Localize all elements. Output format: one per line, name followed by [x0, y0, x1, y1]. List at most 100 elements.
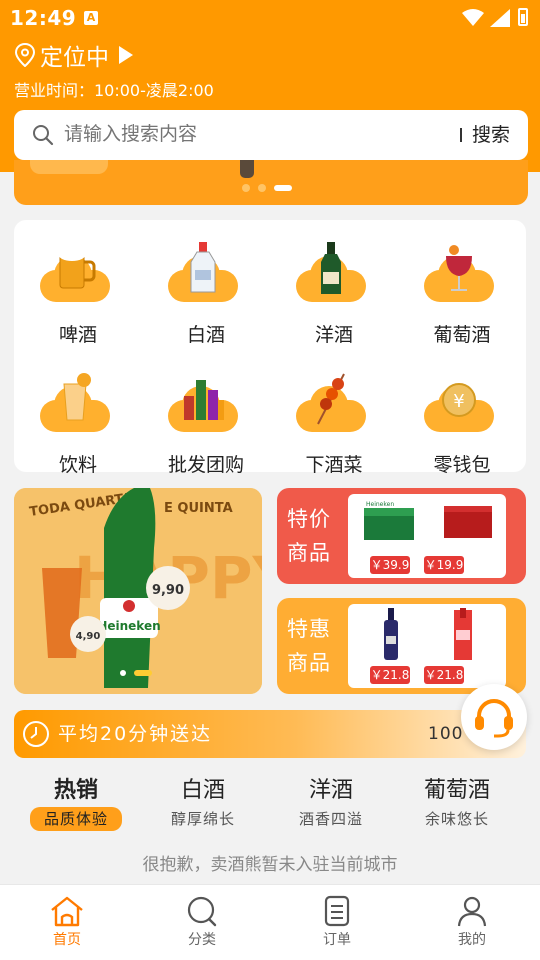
customer-service-button[interactable] [461, 684, 527, 750]
category-drinks[interactable]: 饮料 [14, 360, 142, 480]
status-time: 12:49 [10, 6, 77, 30]
skewer-icon [317, 373, 345, 425]
nav-label: 订单 [323, 932, 351, 948]
bottles-group-icon [184, 380, 224, 420]
banner-indicator [242, 184, 292, 192]
banner-dot-active [274, 185, 292, 191]
empty-message: 很抱歉，卖酒熊暂未入驻当前城市 [142, 855, 398, 875]
promo-indicator [120, 670, 152, 676]
delivery-bar: 平均20分钟送达 100 [14, 710, 526, 758]
category-label: 批发团购 [167, 454, 244, 476]
heineken-promo-image: TODA QUARTA E QUINTA HAPPY Heineken 9,90… [14, 488, 262, 694]
battery-icon [518, 8, 528, 26]
status-bar: 12:49 A [0, 0, 540, 36]
search-input[interactable] [64, 110, 444, 160]
special-price-title: 特价商品 [287, 507, 331, 565]
promo-carousel[interactable]: TODA QUARTA E QUINTA HAPPY Heineken 9,90… [14, 488, 262, 694]
tab-baijiu[interactable]: 白酒 醇厚绵长 [138, 776, 268, 831]
nav-category[interactable]: 分类 [162, 895, 242, 949]
product-price: ￥21.8 [424, 666, 464, 684]
liquor-bottle-image [384, 608, 398, 660]
tab-subtitle: 余味悠长 [424, 810, 489, 828]
special-price-products: Heineken ￥39.9 ￥19.9 [348, 494, 506, 578]
discount-card[interactable]: 特惠商品 ￥21.8 ￥21.8 [277, 598, 526, 694]
product-item[interactable]: ￥19.9 [424, 496, 500, 576]
category-snacks[interactable]: 下酒菜 [270, 360, 398, 480]
beer-mug-icon [58, 247, 96, 289]
headset-icon [475, 699, 513, 738]
delivery-text: 平均20分钟送达 [58, 723, 213, 745]
category-label: 白酒 [186, 324, 225, 346]
nav-label: 首页 [53, 932, 81, 948]
category-label: 饮料 [58, 454, 97, 476]
tab-title: 热销 [53, 778, 98, 803]
category-label: 葡萄酒 [433, 324, 491, 346]
product-price: ￥19.9 [424, 556, 464, 574]
tab-foreign-liquor[interactable]: 洋酒 酒香四溢 [266, 776, 396, 831]
user-icon [457, 896, 487, 927]
banner-product-image [240, 160, 254, 178]
top-banner-carousel[interactable] [14, 160, 528, 205]
nav-orders[interactable]: 订单 [297, 895, 377, 949]
product-price: ￥39.9 [370, 556, 410, 574]
wifi-icon [462, 9, 484, 26]
category-foreign-liquor[interactable]: 洋酒 [270, 230, 398, 350]
category-wallet[interactable]: ¥ 零钱包 [398, 360, 526, 480]
category-grid: 啤酒 白酒 洋酒 葡萄酒 饮料 批发团购 下酒菜 ¥ 零钱包 [14, 220, 526, 476]
coin-icon: ¥ [442, 383, 476, 417]
home-icon [51, 896, 83, 927]
banner-pill [30, 160, 108, 174]
discount-products: ￥21.8 ￥21.8 [348, 604, 506, 688]
tab-wine[interactable]: 葡萄酒 余味悠长 [392, 776, 522, 831]
category-wine[interactable]: 葡萄酒 [398, 230, 526, 350]
product-tabs: 热销 品质体验 白酒 醇厚绵长 洋酒 酒香四溢 葡萄酒 余味悠长 [0, 776, 540, 840]
category-wholesale[interactable]: 批发团购 [142, 360, 270, 480]
notification-badge: A [86, 11, 96, 24]
svg-text:¥: ¥ [453, 391, 464, 412]
tab-title: 白酒 [180, 778, 225, 803]
bottom-nav: 首页 分类 订单 我的 [0, 884, 540, 960]
header: 12:49 A 定位中 营业时间：10:00-凌晨2:00 搜索 [0, 0, 540, 172]
wine-glass-icon [446, 245, 472, 291]
tab-title: 葡萄酒 [423, 778, 490, 803]
special-price-card[interactable]: 特价商品 Heineken ￥39.9 ￥19.9 [277, 488, 526, 584]
search-icon [33, 125, 54, 146]
search-category-icon [187, 896, 217, 927]
beer-cans-image [444, 506, 492, 538]
baijiu-bottle-icon [190, 242, 216, 293]
discount-title: 特惠商品 [287, 617, 331, 675]
search-button[interactable]: 搜索 [472, 110, 510, 160]
business-hours: 营业时间：10:00-凌晨2:00 [14, 81, 214, 100]
promo-dot-active [134, 670, 152, 676]
product-price: ￥21.8 [370, 666, 410, 684]
promo-price-tag-small: 4,90 [76, 631, 101, 642]
beer-case-image: Heineken [364, 501, 414, 540]
promo-dot [120, 670, 126, 676]
tab-hot[interactable]: 热销 品质体验 [11, 776, 141, 831]
order-list-icon [324, 895, 350, 927]
category-beer[interactable]: 啤酒 [14, 230, 142, 350]
nav-profile[interactable]: 我的 [432, 895, 512, 949]
location-text: 定位中 [40, 45, 109, 71]
tab-subtitle: 醇厚绵长 [170, 810, 235, 828]
nav-home[interactable]: 首页 [27, 895, 107, 949]
category-baijiu[interactable]: 白酒 [142, 230, 270, 350]
whisky-bottle-icon [321, 242, 341, 294]
delivery-percent: 100 [428, 724, 464, 744]
category-label: 啤酒 [58, 324, 97, 346]
heineken-brand: Heineken [97, 619, 160, 633]
nav-label: 分类 [188, 932, 216, 948]
location-selector[interactable]: 定位中 [14, 40, 133, 71]
banner-dot [258, 184, 266, 192]
product-item[interactable]: Heineken ￥39.9 [362, 496, 422, 576]
product-item[interactable]: ￥21.8 [362, 606, 422, 686]
search-bar: 搜索 [14, 110, 528, 160]
nav-label: 我的 [458, 932, 486, 948]
tab-subtitle: 酒香四溢 [298, 810, 363, 828]
signal-icon [490, 9, 510, 27]
search-divider [460, 128, 462, 142]
promo-price-tag: 9,90 [152, 583, 184, 598]
location-pin-icon [14, 43, 36, 67]
product-item[interactable]: ￥21.8 [424, 606, 500, 686]
juice-glass-icon [63, 373, 91, 421]
